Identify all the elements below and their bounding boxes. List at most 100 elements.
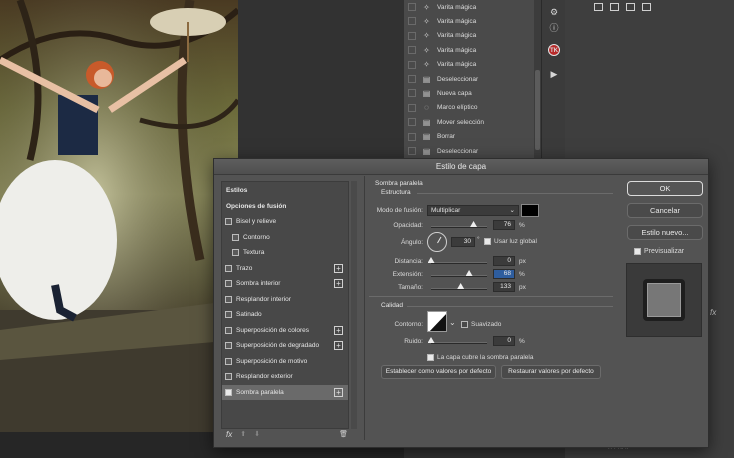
style-item-checkbox[interactable] (225, 357, 232, 365)
style-item[interactable]: Textura (222, 245, 348, 260)
style-item-checkbox[interactable] (225, 264, 232, 272)
history-snapshot-box[interactable] (408, 3, 416, 11)
style-item[interactable]: Satinado (222, 307, 348, 322)
add-effect-icon[interactable]: + (334, 341, 343, 350)
noise-input[interactable]: 0 (493, 336, 515, 346)
history-snapshot-box[interactable] (408, 147, 416, 155)
tk-logo-icon[interactable]: TK (548, 44, 560, 56)
history-item[interactable]: ▤ Mover selección (404, 115, 540, 129)
history-snapshot-box[interactable] (408, 89, 416, 98)
size-slider-thumb[interactable] (457, 283, 465, 289)
history-snapshot-box[interactable] (408, 46, 416, 55)
style-item[interactable]: Contorno (222, 230, 348, 245)
move-down-icon[interactable]: ⬇ (254, 430, 260, 438)
add-effect-icon[interactable]: + (334, 325, 343, 335)
history-snapshot-box[interactable] (408, 60, 416, 69)
opacity-slider-thumb[interactable] (470, 221, 478, 227)
global-light-checkbox[interactable] (484, 238, 491, 245)
chevron-down-icon[interactable]: ⌄ (449, 318, 456, 327)
history-snapshot-box[interactable] (408, 17, 416, 26)
distance-input[interactable]: 0 (493, 256, 515, 266)
style-item[interactable]: Superposición de motivo (222, 354, 348, 369)
move-up-icon[interactable]: ⬆ (240, 430, 246, 438)
history-scroll-thumb[interactable] (535, 70, 540, 150)
style-item[interactable]: Resplandor interior (222, 292, 348, 307)
history-item[interactable]: ▤ Deseleccionar (404, 72, 540, 86)
style-item[interactable]: Superposición de degradado + (222, 338, 348, 353)
style-item-label: Sombra interior (236, 280, 281, 287)
style-item[interactable]: Sombra paralela + (222, 384, 348, 400)
shadow-color-swatch[interactable] (521, 204, 539, 217)
new-style-button[interactable]: Estilo nuevo... (627, 225, 703, 240)
knockout-checkbox[interactable] (427, 354, 434, 361)
history-snapshot-box[interactable] (408, 75, 416, 83)
history-item[interactable]: ✧ Varita mágica (404, 43, 540, 57)
style-item-checkbox[interactable] (225, 280, 232, 287)
style-item[interactable]: Estilos (222, 183, 348, 198)
blend-mode-select[interactable]: Multiplicar ⌄ (427, 205, 519, 216)
style-item-checkbox[interactable] (232, 249, 239, 256)
align-icon[interactable] (594, 3, 603, 11)
style-item[interactable]: Sombra interior + (222, 276, 348, 291)
history-item[interactable]: ✧ Varita mágica (404, 58, 540, 72)
history-snapshot-box[interactable] (408, 103, 416, 112)
add-effect-icon[interactable]: + (334, 279, 343, 288)
history-item[interactable]: ✧ Varita mágica (404, 29, 540, 43)
history-item[interactable]: ◌ Marco elíptico (404, 101, 540, 115)
styles-list-scrollbar[interactable] (351, 181, 357, 429)
trash-icon[interactable]: 🗑 (339, 430, 348, 438)
style-item[interactable]: Superposición de colores + (222, 323, 348, 338)
style-item-checkbox[interactable] (232, 233, 239, 241)
opacity-input[interactable]: 76 (493, 220, 515, 230)
style-item-label: Superposición de motivo (236, 357, 308, 365)
angle-dial[interactable] (427, 232, 447, 252)
style-item-checkbox[interactable] (225, 342, 232, 349)
canvas-photo[interactable] (0, 0, 238, 432)
style-item-checkbox[interactable] (225, 388, 232, 396)
size-input[interactable]: 133 (493, 282, 515, 292)
history-item[interactable]: ✧ Varita mágica (404, 14, 540, 28)
style-item-checkbox[interactable] (225, 326, 232, 334)
style-item[interactable]: Opciones de fusión (222, 199, 348, 214)
contour-preview[interactable] (427, 311, 447, 332)
adjust-icon[interactable]: ⚙ (548, 6, 560, 18)
angle-input[interactable]: 30 (451, 237, 475, 247)
style-item-checkbox[interactable] (225, 218, 232, 225)
add-effect-icon[interactable]: + (334, 263, 343, 273)
distance-slider[interactable] (431, 262, 487, 264)
history-snapshot-box[interactable] (408, 118, 416, 127)
noise-slider[interactable] (431, 342, 487, 344)
history-item[interactable]: ✧ Varita mágica (404, 0, 540, 14)
fx-icon[interactable]: fx (710, 308, 716, 317)
spread-slider-thumb[interactable] (465, 270, 473, 276)
set-default-button[interactable]: Establecer como valores por defecto (381, 365, 496, 379)
distance-slider-thumb[interactable] (427, 257, 435, 263)
align-icon[interactable] (642, 3, 651, 11)
style-item-checkbox[interactable] (225, 311, 232, 318)
history-snapshot-box[interactable] (408, 31, 416, 40)
cancel-button[interactable]: Cancelar (627, 203, 703, 218)
reset-default-button[interactable]: Restaurar valores por defecto (501, 365, 601, 379)
spread-input[interactable]: 68 (493, 269, 515, 279)
fx-menu-icon[interactable]: fx (226, 430, 232, 439)
history-item[interactable]: ▤ Borrar (404, 130, 540, 144)
history-snapshot-box[interactable] (408, 132, 416, 141)
style-item-checkbox[interactable] (225, 373, 232, 380)
info-icon[interactable]: ⓘ (548, 22, 560, 34)
history-item[interactable]: ▤ Nueva capa (404, 86, 540, 100)
style-item-checkbox[interactable] (225, 295, 232, 303)
style-item[interactable]: Resplandor exterior (222, 369, 348, 384)
add-effect-icon[interactable]: + (334, 387, 343, 397)
style-item[interactable]: Bisel y relieve (222, 214, 348, 229)
opacity-slider[interactable] (431, 226, 487, 228)
spread-slider[interactable] (431, 275, 487, 277)
align-icon[interactable] (626, 3, 635, 11)
smooth-checkbox[interactable] (461, 321, 468, 328)
preview-checkbox[interactable] (634, 248, 641, 255)
history-item[interactable]: ▤ Deseleccionar (404, 144, 540, 158)
ok-button[interactable]: OK (627, 181, 703, 196)
play-icon[interactable]: ▶ (548, 68, 560, 80)
align-icon[interactable] (610, 3, 619, 11)
noise-slider-thumb[interactable] (427, 337, 435, 343)
style-item[interactable]: Trazo + (222, 261, 348, 276)
